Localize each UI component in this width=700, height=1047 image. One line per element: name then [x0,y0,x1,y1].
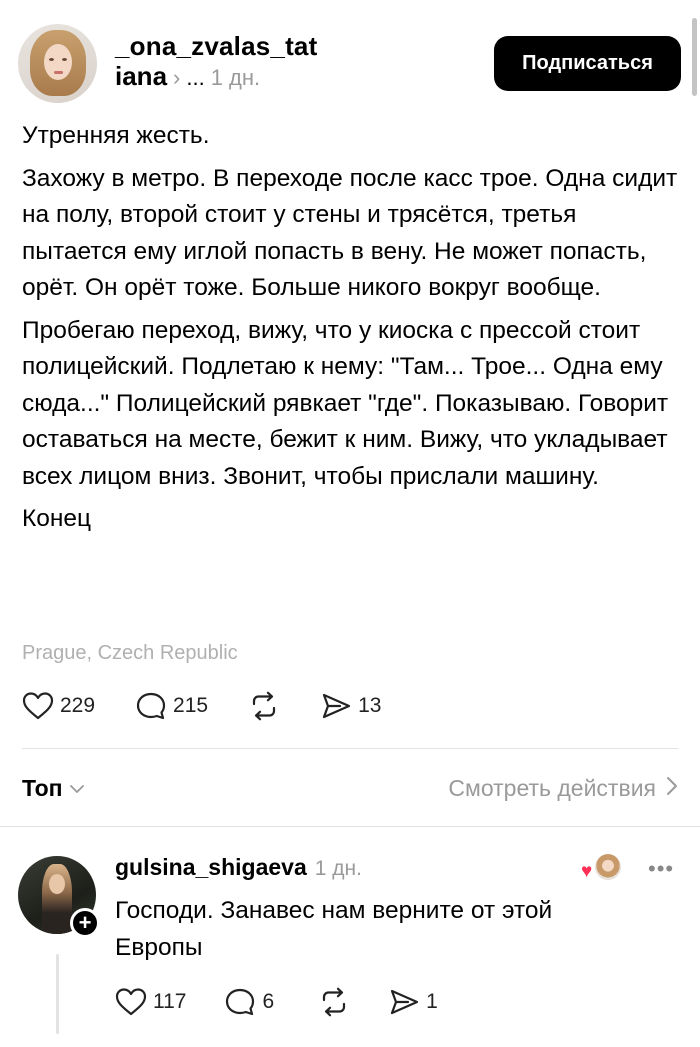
sort-label: Топ [22,774,63,801]
avatar-mouth [54,71,63,74]
share-count: 13 [358,694,382,717]
post-actions: 229 215 13 [22,688,381,724]
meta-ellipsis: ... [186,65,205,90]
avatar-eye [62,58,67,61]
plus-icon[interactable]: + [70,908,100,938]
heart-filled-icon: ♥ [581,861,593,882]
repost-icon [248,691,280,721]
reply-like-button[interactable]: 117 [115,987,186,1017]
post-timestamp: 1 дн. [210,65,261,90]
like-count: 229 [60,694,96,717]
sort-dropdown[interactable]: Топ [22,775,85,802]
post-header: _ona_zvalas_tat iana › ... 1 дн. Подписа… [18,24,682,104]
divider [0,826,700,827]
avatar-eye [49,58,54,61]
reply-share-count: 1 [426,990,438,1013]
author-display-name[interactable]: iana [115,60,167,92]
reply-text: Господи. Занавес нам верните от этой Евр… [115,897,553,961]
heart-icon [22,691,54,721]
reply-like-count: 117 [153,990,187,1013]
author-avatar[interactable] [18,24,97,103]
reply-comment-button[interactable]: 6 [224,987,274,1017]
author-meta: iana › ... 1 дн. [115,60,317,94]
scrollbar[interactable] [692,18,697,96]
comment-count: 215 [173,694,209,717]
chevron-right-icon: › [173,65,181,90]
send-icon [320,691,352,721]
reply-send-button[interactable]: 1 [388,987,438,1017]
view-activity-link[interactable]: Смотреть действия [448,775,678,802]
thread-line [56,954,59,1034]
send-icon [388,987,420,1017]
post-paragraph: Утренняя жесть. [22,122,210,149]
more-options-icon[interactable]: ••• [648,856,674,882]
author-username[interactable]: _ona_zvalas_tat [115,32,317,60]
speech-bubble-icon [135,691,167,721]
speech-bubble-icon [224,987,256,1017]
reply-header: gulsina_shigaeva 1 дн. [115,854,362,881]
comment-button[interactable]: 215 [135,691,208,721]
avatar-face [49,874,65,894]
divider [22,748,678,749]
send-button[interactable]: 13 [320,691,381,721]
reply-timestamp: 1 дн. [314,857,362,880]
view-activity-label: Смотреть действия [448,774,656,801]
author-mini-avatar [595,854,621,880]
reply-repost-button[interactable] [318,987,350,1017]
post-paragraph: Захожу в метро. В переходе после касс тр… [22,164,678,302]
repost-icon [318,987,350,1017]
post-paragraph: Пробегаю переход, вижу, что у киоска с п… [22,316,669,490]
chevron-down-icon [69,778,85,799]
repost-button[interactable] [248,691,280,721]
author-liked-indicator: ♥ [581,854,621,882]
reply-item: + gulsina_shigaeva 1 дн. ♥ ••• Господи. … [18,852,682,1042]
avatar-face [44,44,72,80]
reply-actions: 117 6 1 [115,984,438,1020]
reply-comment-count: 6 [262,990,275,1013]
like-button[interactable]: 229 [22,691,95,721]
chevron-right-icon [666,775,678,802]
post-paragraph: Конец [22,505,92,532]
follow-button[interactable]: Подписаться [494,36,681,91]
reply-username[interactable]: gulsina_shigaeva [115,854,307,881]
replies-sort-row: Топ Смотреть действия [22,770,678,806]
post-body: Утренняя жесть. Захожу в метро. В перехо… [22,118,682,544]
author-info: _ona_zvalas_tat iana › ... 1 дн. [115,32,317,94]
post-location[interactable]: Prague, Czech Republic [22,642,238,665]
heart-icon [115,987,147,1017]
